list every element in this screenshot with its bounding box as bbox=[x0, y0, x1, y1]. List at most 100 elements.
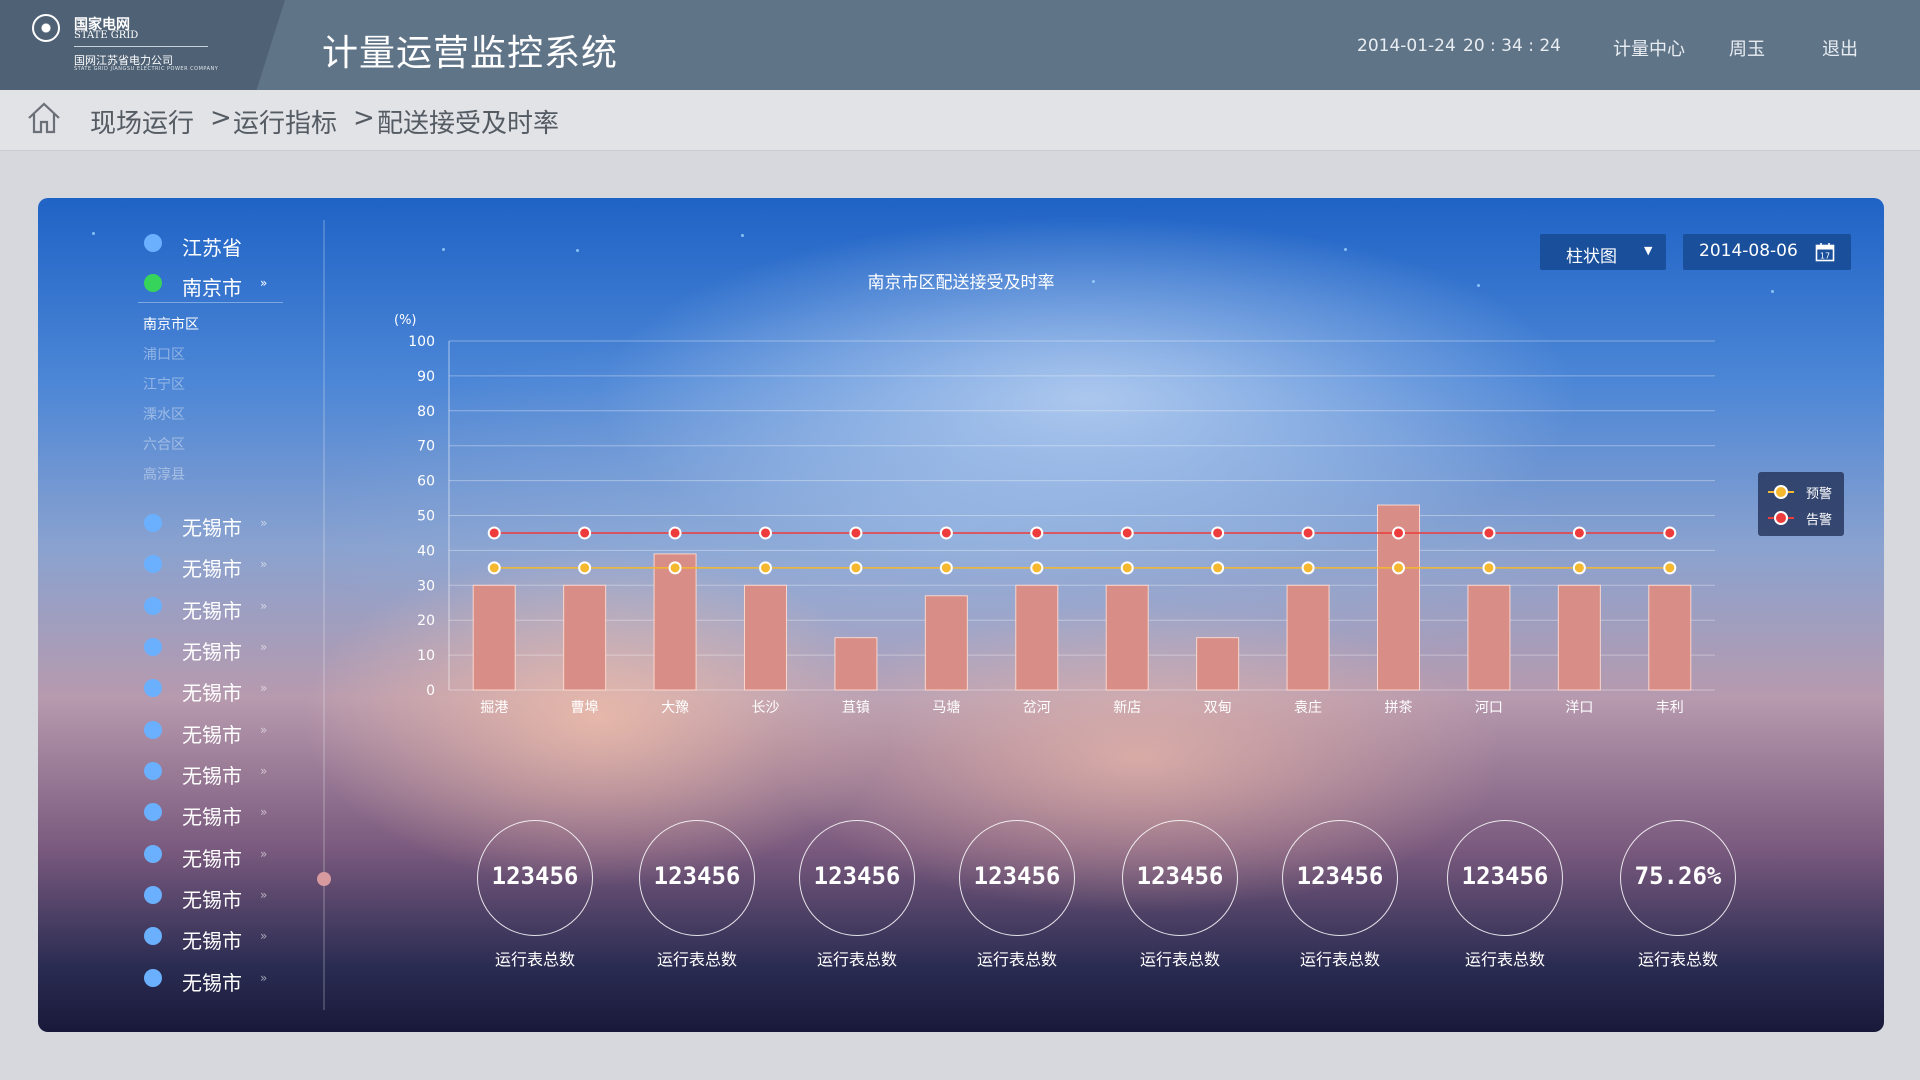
threshold-point bbox=[1572, 526, 1586, 540]
tree-city-label: 无锡市 bbox=[182, 888, 242, 912]
stat-label: 运行表总数 bbox=[1637, 950, 1718, 969]
calendar-icon[interactable]: 17 bbox=[1815, 242, 1835, 262]
threshold-point bbox=[849, 526, 863, 540]
y-tick-label: 40 bbox=[417, 543, 435, 559]
legend-item-alarm[interactable]: 告警 bbox=[1768, 508, 1848, 528]
crumb-onsite[interactable]: 现场运行 bbox=[90, 103, 194, 140]
y-tick-label: 10 bbox=[417, 648, 435, 664]
bar bbox=[834, 637, 878, 691]
crumb-current: 配送接受及时率 bbox=[377, 109, 560, 139]
chevron-down-icon: » bbox=[260, 888, 268, 902]
x-tick-label: 长沙 bbox=[752, 700, 780, 716]
x-tick-label: 双甸 bbox=[1204, 700, 1232, 716]
legend-label-warning: 预警 bbox=[1806, 487, 1833, 502]
stat-card: 123456 运行表总数 bbox=[1275, 820, 1405, 970]
chevron-down-icon: ▼ bbox=[1644, 244, 1653, 257]
tree-city-item[interactable]: 无锡市 » bbox=[144, 843, 268, 871]
y-tick-label: 60 bbox=[417, 474, 435, 490]
stat-label: 运行表总数 bbox=[1464, 950, 1545, 969]
bar bbox=[1467, 584, 1511, 691]
y-tick-label: 90 bbox=[417, 369, 435, 385]
x-tick-label: 洋口 bbox=[1565, 700, 1593, 716]
crumb-indicators[interactable]: 运行指标 bbox=[233, 103, 337, 140]
home-icon[interactable] bbox=[26, 100, 62, 136]
threshold-point bbox=[668, 561, 682, 575]
threshold-point bbox=[849, 561, 863, 575]
x-tick-label: 掘港 bbox=[480, 700, 508, 716]
x-tick-label: 拼茶 bbox=[1385, 700, 1413, 716]
threshold-point bbox=[1301, 526, 1315, 540]
nav-metering-center[interactable]: 计量中心 bbox=[1613, 35, 1685, 61]
x-tick-label: 苴镇 bbox=[842, 700, 870, 716]
tree-node-bullet bbox=[144, 969, 162, 987]
threshold-point bbox=[759, 526, 772, 540]
stat-value: 123456 bbox=[491, 862, 579, 890]
threshold-point bbox=[1663, 526, 1677, 540]
bar bbox=[924, 595, 968, 691]
app-title: 计量运营监控系统 bbox=[322, 33, 619, 74]
stat-value: 123456 bbox=[1136, 862, 1224, 890]
stat-label: 运行表总数 bbox=[976, 950, 1057, 969]
bar-chart: 0 10 20 30 40 50 60 70 80 90 100 (%) 掘港 曹埠 大豫 长沙 苴镇 马塘 岔河 新… bbox=[394, 313, 1715, 716]
sidebar-scroll-handle[interactable] bbox=[317, 872, 331, 886]
tree-node-bullet bbox=[144, 886, 162, 904]
bar bbox=[1557, 584, 1601, 691]
x-tick-label: 岔河 bbox=[1023, 700, 1051, 716]
bar bbox=[563, 584, 607, 691]
threshold-point bbox=[939, 561, 953, 575]
nav-user-name[interactable]: 周玉 bbox=[1729, 35, 1765, 61]
tree-city-label: 无锡市 bbox=[182, 929, 242, 953]
stat-value: 123456 bbox=[1461, 862, 1549, 890]
crumb-sep: > bbox=[353, 103, 375, 133]
chevron-down-icon: » bbox=[260, 847, 268, 861]
y-tick-label: 30 bbox=[417, 578, 435, 594]
tree-node-bullet bbox=[144, 927, 162, 945]
threshold-point bbox=[1030, 561, 1044, 575]
stat-value: 75.26% bbox=[1634, 862, 1722, 890]
calendar-day: 17 bbox=[1820, 252, 1830, 261]
bar bbox=[1105, 584, 1149, 691]
tree-city-item[interactable]: 无锡市 » bbox=[144, 967, 267, 995]
x-tick-label: 袁庄 bbox=[1294, 699, 1322, 716]
tree-city-label: 无锡市 bbox=[182, 971, 242, 995]
logo-company-en: STATE GRID JIANGSU ELECTRIC POWER COMPAN… bbox=[74, 66, 219, 72]
threshold-point bbox=[1211, 561, 1225, 575]
tree-node-bullet bbox=[144, 845, 162, 863]
main-panel: 江苏省 南京市 » 南京市区 浦口区 江宁区 溧水区 六合区 高淳县 无锡市» 无… bbox=[38, 198, 1884, 1032]
tree-city-item[interactable]: 无锡市 » bbox=[144, 884, 268, 912]
stat-card: 123456 运行表总数 bbox=[952, 820, 1082, 970]
chart-type-select[interactable]: 柱状图 ▼ bbox=[1540, 234, 1666, 270]
logo-area: 国家电网 STATE GRID 国网江苏省电力公司 STATE GRID JIA… bbox=[0, 0, 285, 90]
x-tick-label: 丰利 bbox=[1656, 700, 1684, 716]
stat-card: 123456 运行表总数 bbox=[1115, 820, 1245, 970]
threshold-point bbox=[578, 526, 592, 540]
y-tick-label: 20 bbox=[417, 613, 435, 629]
bar bbox=[744, 584, 787, 691]
stat-card: 123456 运行表总数 bbox=[632, 820, 762, 970]
nav-logout[interactable]: 退出 bbox=[1822, 35, 1858, 61]
breadcrumb: 现场运行 > 运行指标 > 配送接受及时率 bbox=[0, 90, 1920, 151]
header-time: 20 : 34 : 24 bbox=[1463, 36, 1561, 56]
bar bbox=[1648, 584, 1692, 691]
threshold-point bbox=[487, 561, 501, 575]
tree-city-item[interactable]: 无锡市 » bbox=[144, 925, 267, 953]
bar bbox=[1015, 584, 1059, 691]
date-picker[interactable]: 2014-08-06 17 bbox=[1683, 234, 1851, 270]
state-grid-logo-icon bbox=[32, 14, 60, 42]
header-date: 2014-01-24 bbox=[1357, 36, 1456, 56]
stat-label: 运行表总数 bbox=[1139, 950, 1220, 969]
threshold-point bbox=[1663, 561, 1677, 575]
x-tick-label: 曹埠 bbox=[571, 699, 599, 716]
bar bbox=[1286, 584, 1330, 691]
y-axis-label: (%) bbox=[394, 313, 417, 328]
chart-type-value: 柱状图 bbox=[1566, 247, 1617, 267]
threshold-point bbox=[487, 526, 501, 540]
threshold-point bbox=[1482, 526, 1496, 540]
threshold-point bbox=[1120, 561, 1134, 575]
date-picker-value: 2014-08-06 bbox=[1699, 241, 1798, 261]
bar bbox=[1196, 637, 1240, 691]
legend-item-warning[interactable]: 预警 bbox=[1768, 482, 1848, 502]
logo-divider bbox=[74, 46, 208, 47]
x-tick-label: 河口 bbox=[1475, 700, 1503, 716]
threshold-point bbox=[1482, 561, 1496, 575]
